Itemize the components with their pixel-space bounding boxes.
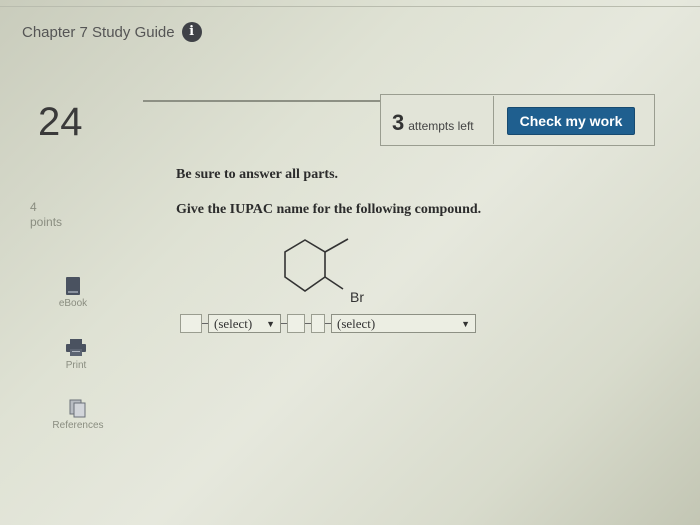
sidebar-item-label: Print: [65, 360, 87, 371]
answer-row: (select) ▼ (select) ▼: [180, 314, 476, 333]
toolbar-divider: [143, 100, 381, 102]
sidebar-item-label: References: [52, 420, 104, 431]
bromine-label: Br: [350, 289, 364, 305]
header: Chapter 7 Study Guide i: [22, 22, 202, 42]
cyclohexane-ring: [284, 239, 326, 292]
points-label: points: [30, 215, 63, 229]
methyl-bond: [324, 238, 349, 253]
chevron-down-icon: ▼: [266, 318, 275, 329]
locant-input-1[interactable]: [180, 314, 202, 333]
chapter-title: Chapter 7 Study Guide: [22, 23, 175, 41]
substituent-select[interactable]: (select) ▼: [208, 314, 281, 333]
ebook-icon: [66, 277, 80, 295]
check-my-work-button[interactable]: Check my work: [507, 107, 635, 135]
parent-name-select[interactable]: (select) ▼: [331, 314, 476, 333]
references-icon: [69, 399, 86, 418]
instruction-text: Be sure to answer all parts.: [176, 167, 339, 182]
print-icon: [66, 339, 86, 356]
sidebar-item-ebook[interactable]: eBook: [56, 276, 90, 309]
attempts-left: 3 attempts left: [392, 110, 474, 136]
question-number: 24: [38, 100, 83, 144]
select-value: (select): [337, 315, 376, 331]
chevron-down-icon: ▼: [461, 318, 470, 329]
bromo-bond: [324, 276, 344, 290]
attempts-count: 3: [392, 110, 405, 135]
info-icon[interactable]: i: [181, 22, 202, 42]
sidebar-item-print[interactable]: Print: [61, 338, 91, 371]
locant-input-3[interactable]: [311, 314, 325, 333]
locant-input-2[interactable]: [287, 314, 305, 333]
toolbar-separator: [493, 96, 494, 144]
compound-structure: Br: [284, 238, 364, 305]
attempts-label: attempts left: [408, 119, 474, 133]
points-value: 4: [30, 200, 37, 214]
question-text: Give the IUPAC name for the following co…: [176, 202, 482, 217]
sidebar-item-label: eBook: [58, 298, 88, 309]
select-value: (select): [214, 315, 253, 331]
sidebar-item-references[interactable]: References: [48, 398, 108, 431]
points: 4 points: [30, 200, 62, 230]
page: Chapter 7 Study Guide i 24 4 points 3 at…: [0, 0, 700, 525]
top-divider: [0, 6, 700, 7]
